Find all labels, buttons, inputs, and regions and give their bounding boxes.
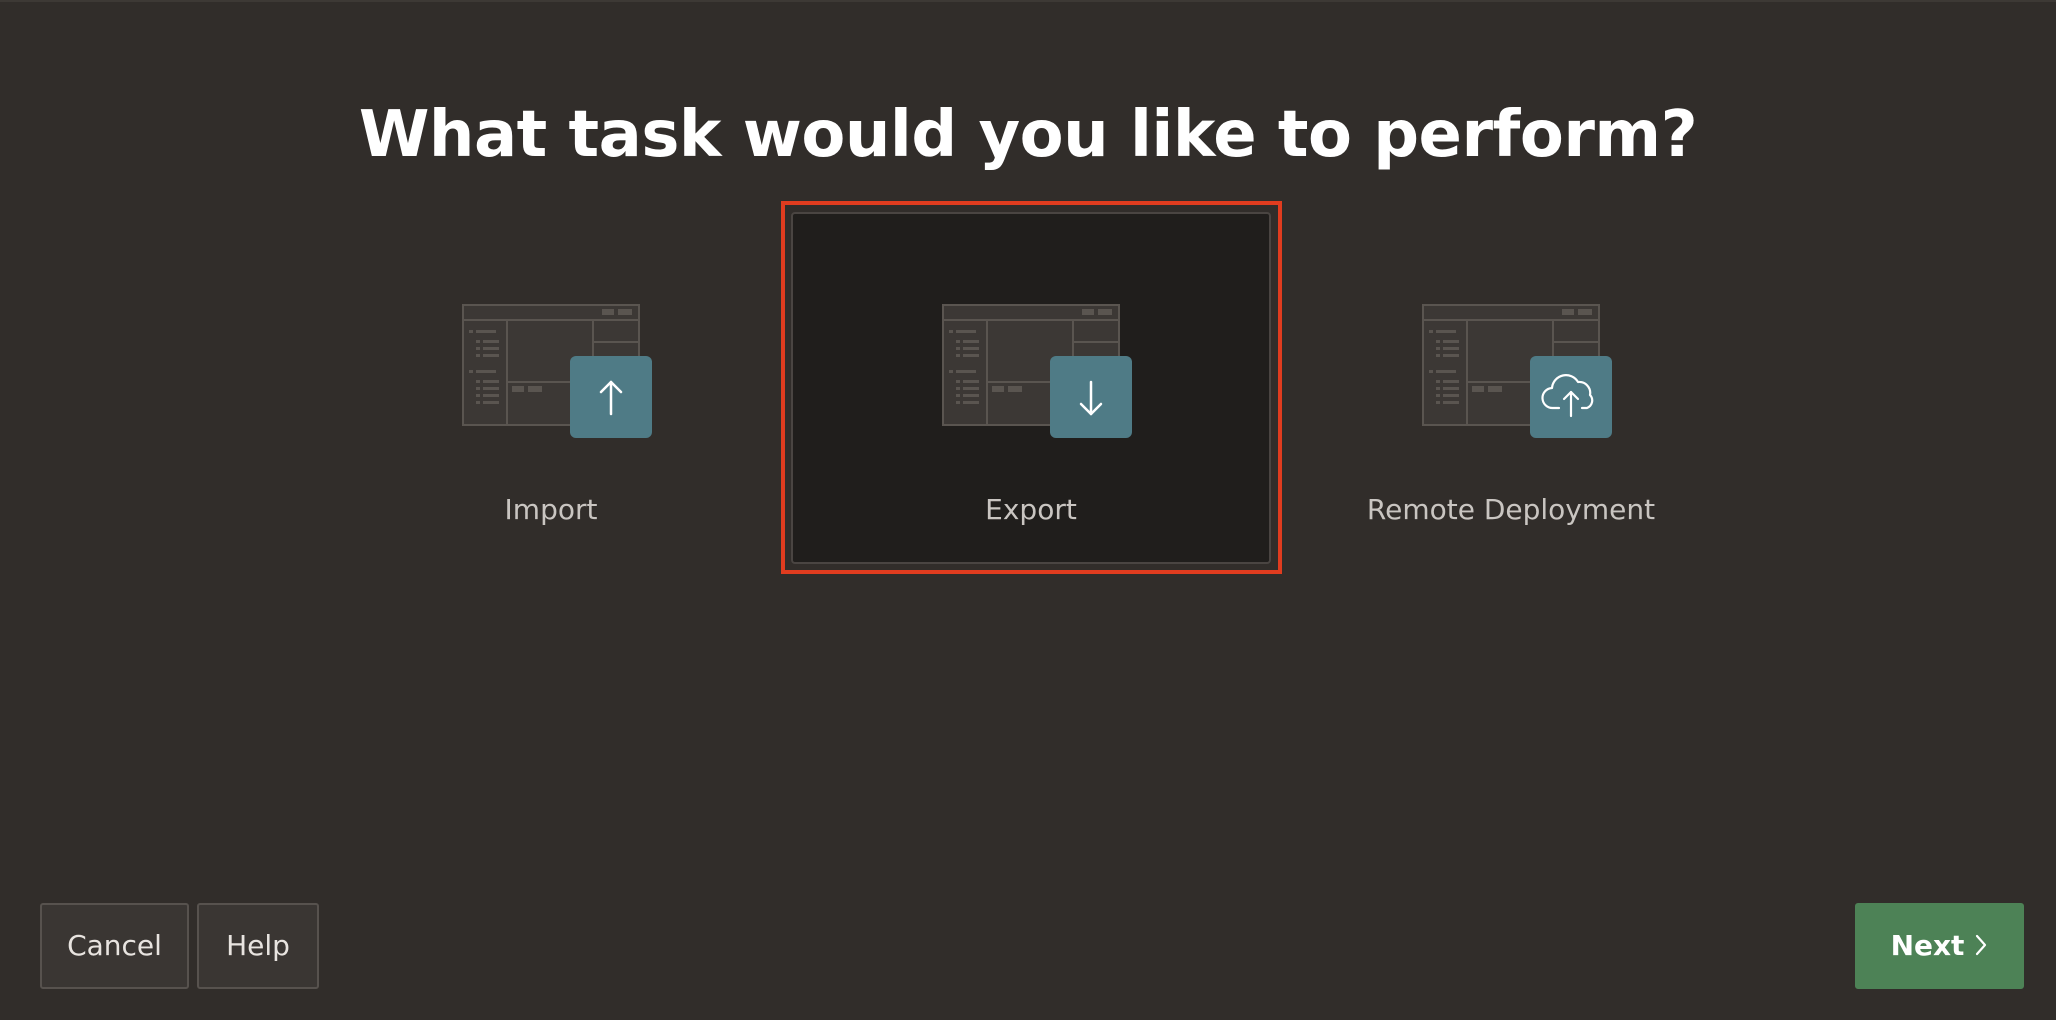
option-import[interactable]: Import — [311, 212, 791, 564]
help-button[interactable]: Help — [197, 903, 319, 989]
wizard-page: What task would you like to perform? Imp… — [0, 0, 2056, 1020]
next-button[interactable]: Next — [1855, 903, 2024, 989]
option-remote-deployment[interactable]: Remote Deployment — [1271, 212, 1751, 564]
chevron-right-icon — [1976, 934, 1987, 956]
option-label: Export — [985, 493, 1077, 526]
option-label: Import — [504, 493, 598, 526]
next-button-label: Next — [1890, 929, 1965, 962]
option-export[interactable]: Export — [791, 212, 1271, 564]
import-illustration — [462, 304, 652, 438]
remote-deployment-illustration — [1422, 304, 1612, 438]
option-label: Remote Deployment — [1366, 493, 1656, 526]
page-title: What task would you like to perform? — [358, 98, 1698, 172]
cancel-button[interactable]: Cancel — [40, 903, 189, 989]
export-illustration — [942, 304, 1132, 438]
